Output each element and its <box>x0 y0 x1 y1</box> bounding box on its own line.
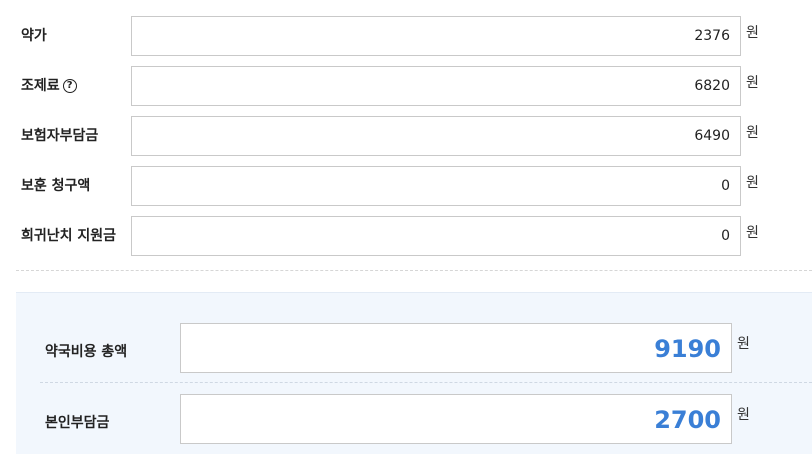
dispensing-fee-unit: 원 <box>746 75 759 91</box>
row-veterans-claim: 보훈 청구액 0 원 <box>0 166 812 206</box>
dispensing-fee-label: 조제료 ? <box>21 66 77 106</box>
dispensing-fee-field[interactable]: 6820 <box>131 66 741 106</box>
insurer-share-field[interactable]: 6490 <box>131 116 741 156</box>
row-copay: 본인부담금 2700 원 <box>16 394 812 444</box>
copay-unit: 원 <box>737 407 750 423</box>
veterans-claim-field[interactable]: 0 <box>131 166 741 206</box>
insurer-share-unit: 원 <box>746 125 759 141</box>
drug-price-field[interactable]: 2376 <box>131 16 741 56</box>
row-pharmacy-total: 약국비용 총액 9190 원 <box>16 323 812 373</box>
section-divider <box>16 270 812 271</box>
drug-price-unit: 원 <box>746 25 759 41</box>
dispensing-fee-label-text: 조제료 <box>21 78 60 94</box>
pharmacy-total-field[interactable]: 9190 <box>180 323 732 373</box>
rare-disease-support-unit: 원 <box>746 225 759 241</box>
row-insurer-share: 보험자부담금 6490 원 <box>0 116 812 156</box>
drug-price-label: 약가 <box>21 28 47 44</box>
rare-disease-support-field[interactable]: 0 <box>131 216 741 256</box>
veterans-claim-unit: 원 <box>746 175 759 191</box>
pharmacy-total-label: 약국비용 총액 <box>45 344 128 360</box>
copay-field[interactable]: 2700 <box>180 394 732 444</box>
row-dispensing-fee: 조제료 ? 6820 원 <box>0 66 812 106</box>
summary-panel: 약국비용 총액 9190 원 본인부담금 2700 원 <box>16 292 812 454</box>
veterans-claim-label: 보훈 청구액 <box>21 178 91 194</box>
summary-divider <box>40 382 812 383</box>
copay-label: 본인부담금 <box>45 415 110 431</box>
insurer-share-label: 보험자부담금 <box>21 128 99 144</box>
row-drug-price: 약가 2376 원 <box>0 16 812 56</box>
rare-disease-support-label: 희귀난치 지원금 <box>21 228 117 244</box>
help-icon[interactable]: ? <box>62 79 77 93</box>
pharmacy-total-unit: 원 <box>737 336 750 352</box>
row-rare-disease-support: 희귀난치 지원금 0 원 <box>0 216 812 256</box>
